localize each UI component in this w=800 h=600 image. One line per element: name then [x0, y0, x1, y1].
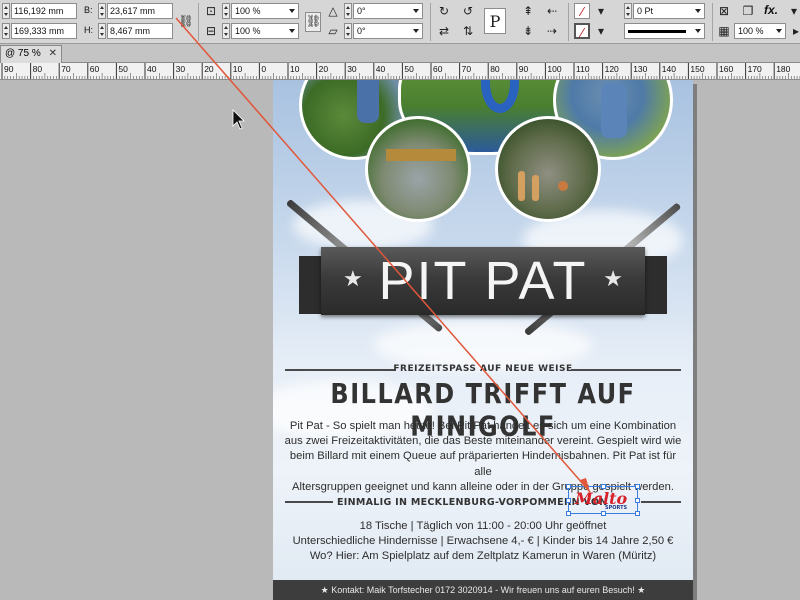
- annotation-line: [175, 17, 591, 493]
- mouse-pointer-icon: [232, 109, 245, 130]
- annotation-overlay: [175, 17, 591, 493]
- annotation-arrowhead: [580, 478, 590, 492]
